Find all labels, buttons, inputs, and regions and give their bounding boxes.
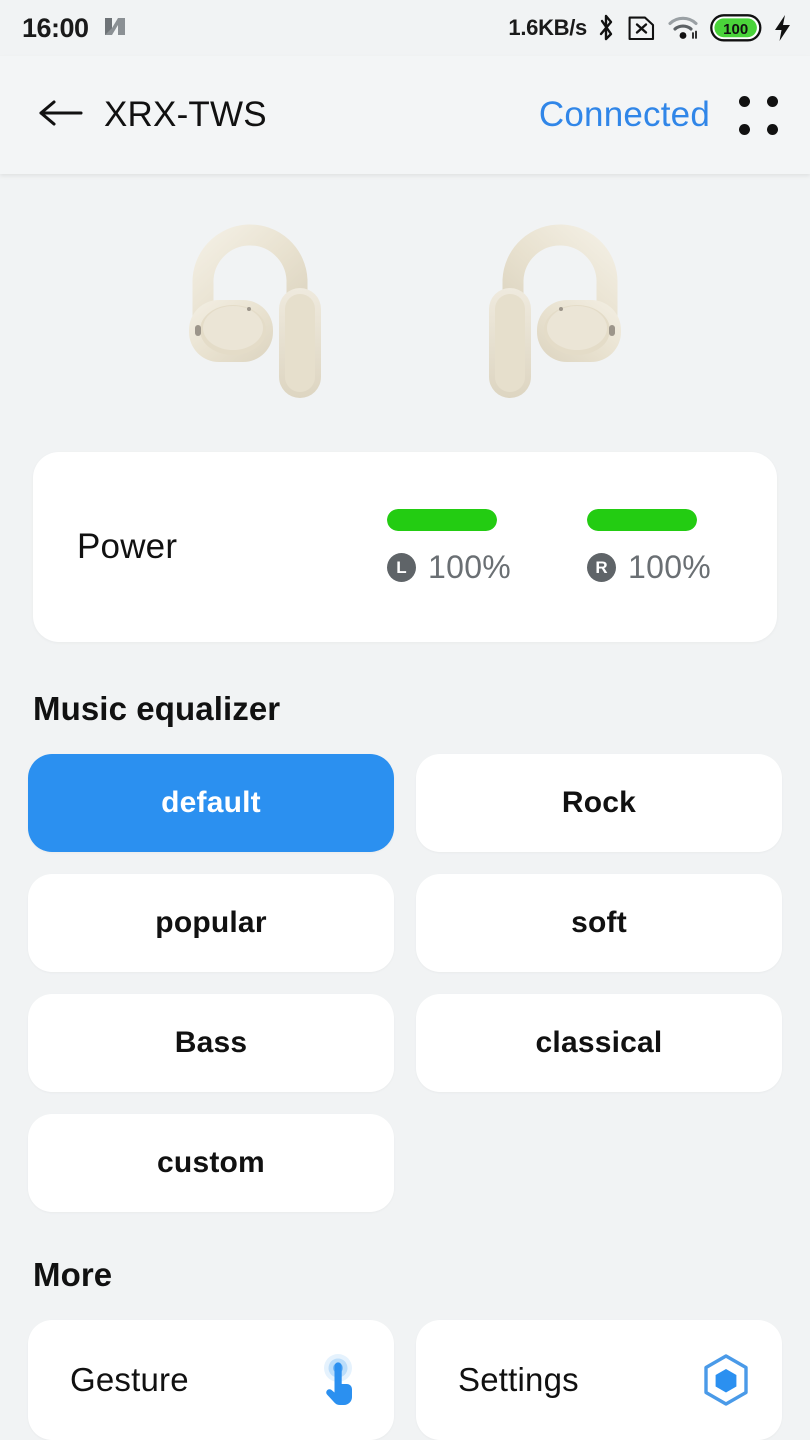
right-battery-row: R 100% (587, 549, 711, 586)
menu-dot (738, 95, 750, 107)
status-bar-left: 16:00 (22, 13, 128, 44)
menu-dot (766, 123, 778, 135)
menu-dot (766, 95, 778, 107)
power-label: Power (77, 527, 178, 566)
menu-dot (738, 123, 750, 135)
status-bar: 16:00 1.6KB/s 100 (0, 0, 810, 56)
four-dots-menu-icon[interactable] (732, 89, 784, 141)
tap-gesture-icon (310, 1352, 366, 1408)
battery-icon: 100 (710, 14, 762, 42)
eq-preset-popular[interactable]: popular (28, 874, 394, 972)
right-battery-percent: 100% (628, 548, 712, 585)
eq-preset-rock[interactable]: Rock (416, 754, 782, 852)
eq-preset-soft[interactable]: soft (416, 874, 782, 972)
earbuds-hero (0, 174, 810, 452)
right-bud-battery: R 100% (587, 508, 737, 586)
status-bar-clock: 16:00 (22, 12, 89, 43)
battery-group: L 100% R 100% (387, 508, 743, 586)
network-speed-label: 1.6KB/s (508, 15, 587, 40)
power-card: Power L 100% R 100% (33, 452, 777, 642)
page-title: XRX-TWS (104, 95, 267, 134)
eq-preset-custom[interactable]: custom (28, 1114, 394, 1212)
left-battery-row: L 100% (387, 549, 511, 586)
bluetooth-icon (596, 13, 616, 43)
more-item-gesture[interactable]: Gesture (28, 1320, 394, 1440)
eq-preset-default[interactable]: default (28, 754, 394, 852)
back-button[interactable] (34, 89, 86, 141)
right-battery-bar (587, 508, 697, 531)
right-bud-badge: R (587, 552, 616, 582)
svg-text:100: 100 (723, 21, 748, 38)
left-bud-battery: L 100% (387, 508, 537, 586)
left-battery-percent: 100% (428, 548, 512, 585)
more-section-title: More (33, 1256, 113, 1293)
charging-bolt-icon (773, 14, 792, 42)
left-bud-badge: L (387, 552, 416, 582)
gesture-label: Gesture (70, 1361, 189, 1398)
hexagon-settings-icon (698, 1352, 754, 1408)
main-content: Power L 100% R 100% Music equalizer defa… (0, 174, 810, 1440)
status-bar-right: 1.6KB/s 100 (508, 13, 792, 43)
app-header: XRX-TWS Connected (0, 56, 810, 174)
connection-status[interactable]: Connected (539, 95, 710, 135)
nfc-icon (102, 13, 128, 44)
phone-screen: 16:00 1.6KB/s 100 XRX-TWS Connected Powe… (0, 0, 810, 1440)
eq-preset-bass[interactable]: Bass (28, 994, 394, 1092)
more-grid: Gesture Settings (0, 1320, 810, 1440)
left-battery-bar (387, 508, 497, 531)
eq-preset-classical[interactable]: classical (416, 994, 782, 1092)
more-item-settings[interactable]: Settings (416, 1320, 782, 1440)
wifi-icon (667, 14, 699, 42)
left-earbud-image (181, 222, 376, 412)
right-earbud-image (434, 222, 629, 412)
settings-label: Settings (458, 1361, 579, 1398)
no-sim-icon (627, 14, 656, 43)
equalizer-preset-grid: default Rock popular soft Bass classical… (0, 754, 810, 1212)
equalizer-section-title: Music equalizer (33, 690, 281, 727)
back-arrow-icon (37, 96, 83, 135)
